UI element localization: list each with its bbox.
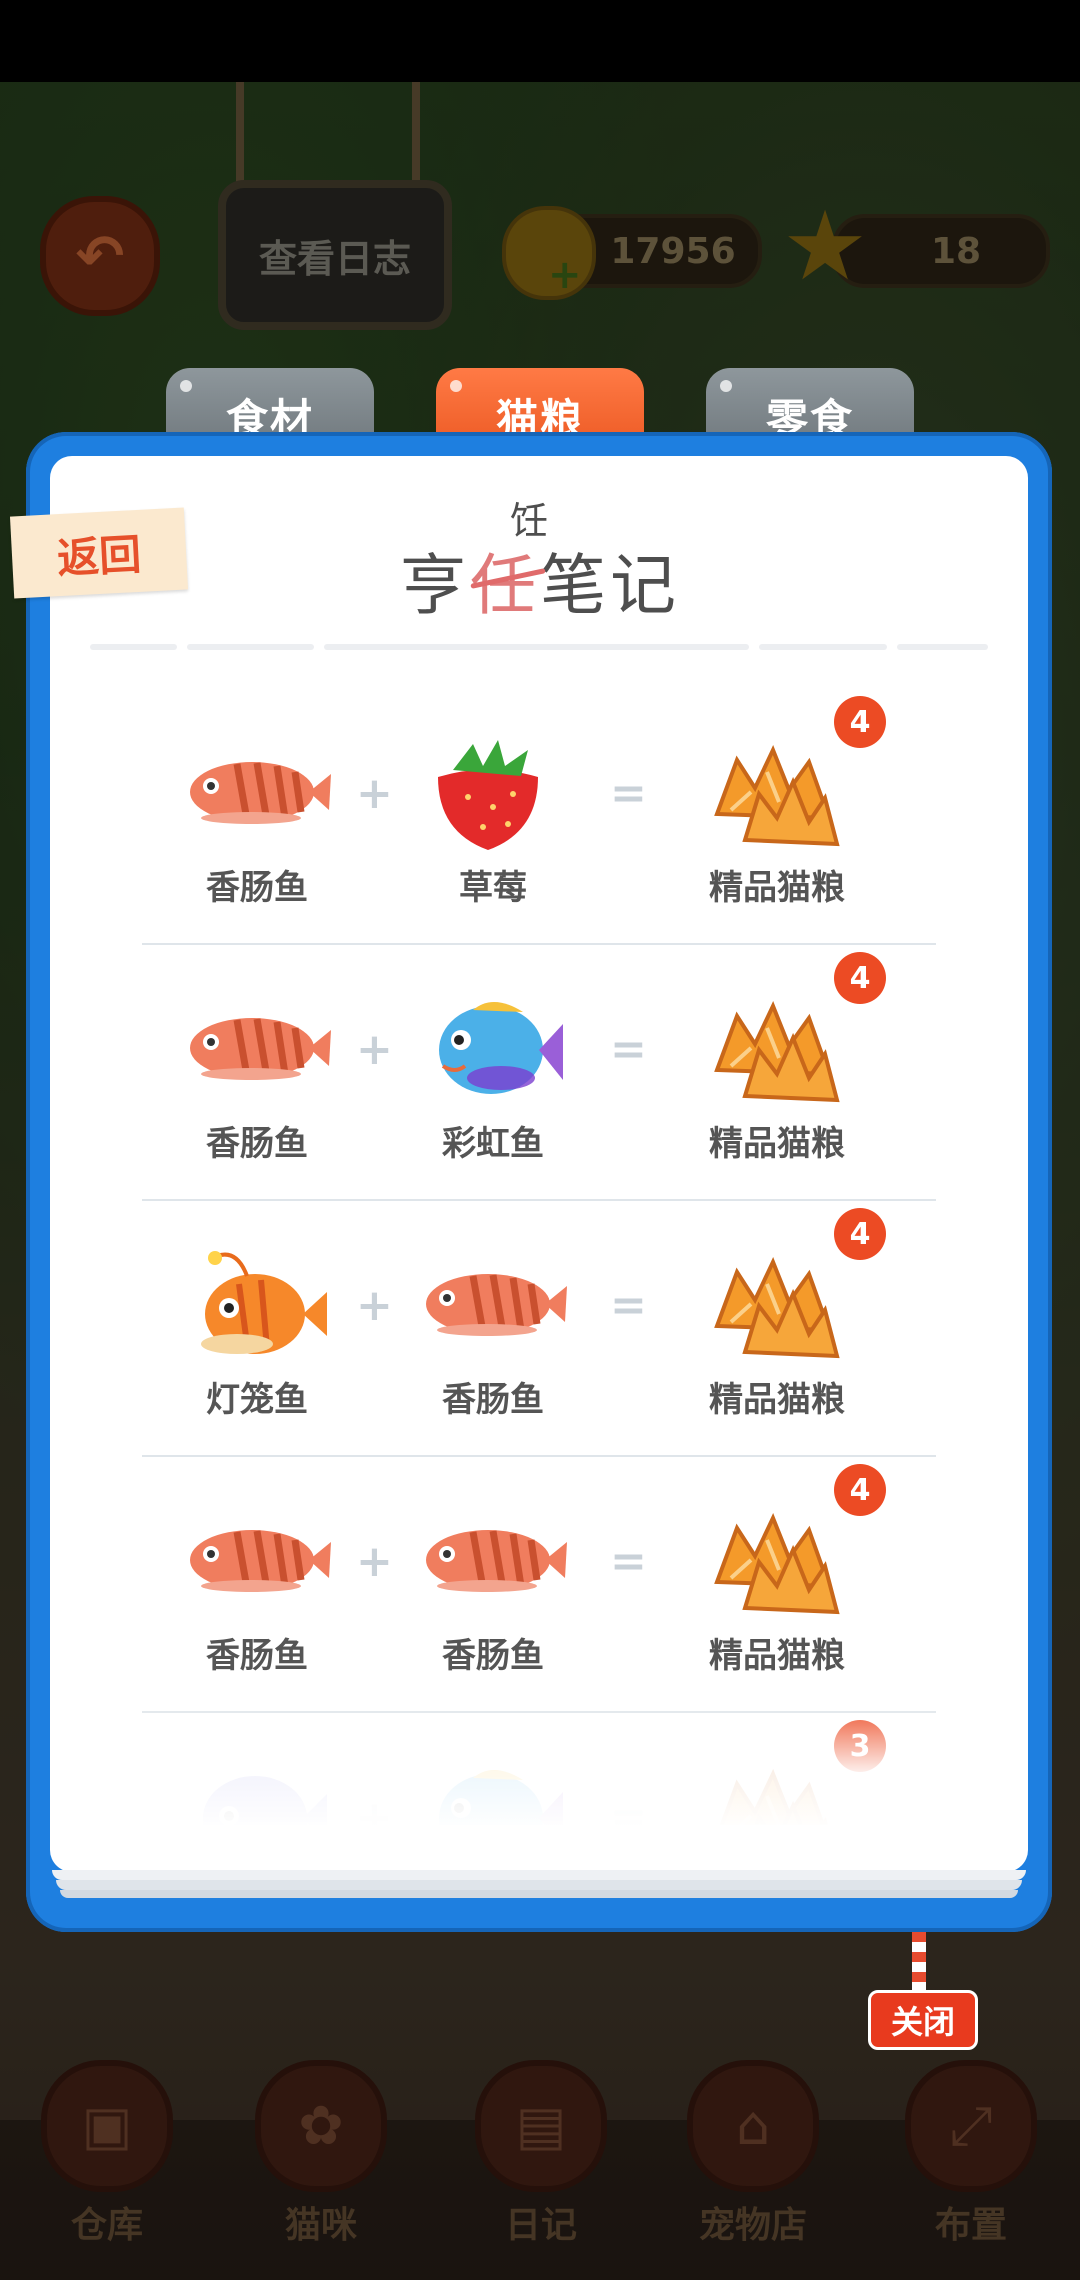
sausage-fish-icon — [177, 988, 337, 1108]
recipe-row: 香肠鱼 + 草莓 = 精品猫粮 4 — [50, 680, 1028, 945]
ingredient-b: 草莓 — [408, 732, 578, 909]
rainbow-fish-icon — [437, 999, 565, 1096]
count-badge: 4 — [834, 696, 886, 748]
recipe-row: 灯笼鱼 + 香肠鱼 = 精品猫粮 4 — [50, 1192, 1028, 1457]
equals-sign: = — [610, 1280, 647, 1331]
result-label: 精品猫粮 — [709, 868, 845, 908]
tab-shine — [180, 380, 192, 392]
strawberry-icon — [438, 740, 538, 850]
title-text: 亨任笔记 — [400, 532, 680, 628]
count-badge: 4 — [834, 1464, 886, 1516]
equals-sign: = — [610, 768, 647, 819]
ingredient-label: 彩虹鱼 — [442, 1124, 544, 1164]
equals-sign: = — [610, 1024, 647, 1075]
result-label: 精品猫粮 — [709, 1636, 845, 1676]
ingredient-label: 香肠鱼 — [206, 1124, 308, 1164]
ingredient-label: 香肠鱼 — [206, 868, 308, 908]
premium-cat-food-icon — [715, 748, 839, 846]
title-divider — [90, 644, 988, 650]
page-edge — [52, 1870, 1026, 1880]
result-label: 精品猫粮 — [709, 1124, 845, 1164]
premium-cat-food-icon — [715, 1004, 839, 1102]
tab-shine — [450, 380, 462, 392]
ingredient-label: 香肠鱼 — [206, 1636, 308, 1676]
recipe-result: 精品猫粮 — [692, 988, 862, 1165]
plus-sign: + — [356, 1024, 393, 1075]
page-title: 亨任笔记 饪 — [400, 490, 700, 624]
plus-sign: + — [356, 768, 393, 819]
recipe-list[interactable]: 香肠鱼 + 草莓 = 精品猫粮 4 香肠鱼 + 彩虹鱼 = 精品猫粮 4 灯笼鱼… — [50, 680, 1028, 1825]
ingredient-label: 草莓 — [459, 868, 527, 908]
return-label: 返回 — [55, 529, 143, 583]
ingredient-b: 香肠鱼 — [408, 1500, 578, 1677]
ingredient-b: 香肠鱼 — [408, 1244, 578, 1421]
ingredient-label: 香肠鱼 — [442, 1636, 544, 1676]
ingredient-a: 香肠鱼 — [172, 988, 342, 1165]
plus-sign: + — [356, 1536, 393, 1587]
recipe-result: 精品猫粮 — [692, 732, 862, 909]
page-edge — [56, 1880, 1022, 1890]
status-bar — [0, 0, 1080, 82]
count-badge: 4 — [834, 1208, 886, 1260]
sausage-fish-icon — [177, 732, 337, 852]
sausage-fish-icon — [413, 1500, 573, 1620]
recipe-result: 精品猫粮 — [692, 1500, 862, 1677]
ingredient-a: 灯笼鱼 — [172, 1244, 342, 1421]
premium-cat-food-icon — [715, 1260, 839, 1358]
sausage-fish-icon — [413, 1244, 573, 1364]
recipe-row: 香肠鱼 + 香肠鱼 = 精品猫粮 4 — [50, 1448, 1028, 1713]
plus-sign: + — [356, 1280, 393, 1331]
close-label: 关闭 — [890, 2003, 955, 2041]
tab-shine — [720, 380, 732, 392]
ingredient-a: 香肠鱼 — [172, 732, 342, 909]
recipe-row: 香肠鱼 + 彩虹鱼 = 精品猫粮 4 — [50, 936, 1028, 1201]
ingredient-a: 香肠鱼 — [172, 1500, 342, 1677]
ingredient-label: 香肠鱼 — [442, 1380, 544, 1420]
count-badge: 4 — [834, 952, 886, 1004]
ingredient-b: 彩虹鱼 — [408, 988, 578, 1165]
title-char: 笔记 — [540, 547, 680, 624]
sausage-fish-icon — [177, 1500, 337, 1620]
return-button[interactable]: 返回 — [9, 507, 189, 599]
result-label: 精品猫粮 — [709, 1380, 845, 1420]
title-char: 亨 — [400, 547, 470, 624]
list-fade — [50, 1700, 1028, 1830]
close-button[interactable]: 关闭 — [868, 1990, 978, 2050]
lantern-fish-icon — [177, 1244, 337, 1364]
ingredient-label: 灯笼鱼 — [206, 1380, 308, 1420]
premium-cat-food-icon — [715, 1516, 839, 1614]
equals-sign: = — [610, 1536, 647, 1587]
page-edge — [60, 1890, 1018, 1898]
title-correction: 饪 — [510, 499, 549, 543]
recipe-result: 精品猫粮 — [692, 1244, 862, 1421]
